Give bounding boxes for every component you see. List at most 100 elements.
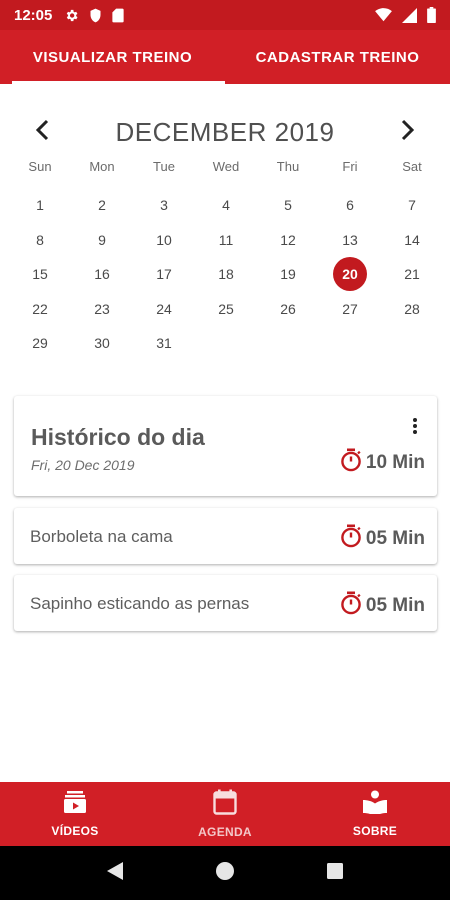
calendar-day[interactable]: 22 (9, 292, 71, 327)
exercise-item[interactable]: Borboleta na cama 05 Min (14, 508, 437, 564)
calendar-day[interactable]: 7 (381, 188, 443, 223)
weekday-label: Fri (342, 159, 358, 174)
calendar-day[interactable]: 5 (257, 188, 319, 223)
calendar-day[interactable]: 29 (9, 326, 71, 361)
sd-card-icon (112, 8, 124, 23)
calendar-day-number: 18 (218, 266, 234, 283)
calendar-day[interactable]: 25 (195, 292, 257, 327)
video-library-icon (63, 790, 87, 819)
calendar-day[interactable]: 27 (319, 292, 381, 327)
calendar-day[interactable]: 2 (71, 188, 133, 223)
gear-icon (64, 8, 79, 23)
prev-month-button[interactable] (24, 114, 60, 150)
status-bar: 12:05 (0, 0, 450, 30)
calendar-empty-cell (257, 326, 319, 361)
calendar-day[interactable]: 28 (381, 292, 443, 327)
calendar-day[interactable]: 17 (133, 257, 195, 292)
more-options-button[interactable] (407, 417, 423, 439)
calendar-empty-cell (319, 326, 381, 361)
exercise-duration: 05 Min (340, 524, 425, 554)
daily-history-card: Histórico do dia Fri, 20 Dec 2019 10 Min (14, 396, 437, 496)
nav-sobre[interactable]: SOBRE (300, 782, 450, 846)
calendar-days-grid: 1 2 3 4 5 6 7 8 9 10 11 12 13 14 15 16 17 18 19 20 21 22 23 24 2… (0, 188, 450, 361)
calendar-day[interactable]: 1 (9, 188, 71, 223)
calendar-day-number: 20 (333, 257, 367, 292)
bottom-navigation: VÍDEOS AGENDA SOBRE (0, 782, 450, 846)
calendar-day-number: 7 (408, 197, 416, 214)
calendar: DECEMBER 2019 Sun Mon Tue Wed Thu Fri Sa… (0, 110, 450, 361)
exercise-item[interactable]: Sapinho esticando as pernas 05 Min (14, 575, 437, 631)
calendar-day[interactable]: 21 (381, 257, 443, 292)
total-duration: 10 Min (340, 448, 425, 478)
weekday-label: Sat (402, 159, 422, 174)
tab-visualizar-treino[interactable]: VISUALIZAR TREINO (0, 30, 225, 84)
calendar-day-number: 19 (280, 266, 296, 283)
calendar-day-number: 4 (222, 197, 230, 214)
tab-label: CADASTRAR TREINO (255, 48, 420, 66)
next-month-button[interactable] (390, 114, 426, 150)
nav-agenda[interactable]: AGENDA (150, 782, 300, 846)
calendar-day[interactable]: 11 (195, 223, 257, 258)
calendar-header: DECEMBER 2019 (0, 110, 450, 154)
calendar-day-number (209, 326, 243, 360)
calendar-day-number: 22 (32, 300, 48, 317)
status-time: 12:05 (14, 6, 53, 24)
calendar-day-number: 10 (156, 231, 172, 248)
book-reader-icon (362, 790, 388, 819)
calendar-day-number: 1 (36, 197, 44, 214)
calendar-day-number: 11 (218, 231, 234, 248)
calendar-day[interactable]: 30 (71, 326, 133, 361)
tab-cadastrar-treino[interactable]: CADASTRAR TREINO (225, 30, 450, 84)
calendar-day-number: 26 (280, 300, 296, 317)
tab-bar: VISUALIZAR TREINO CADASTRAR TREINO (0, 30, 450, 84)
system-navigation-bar (0, 846, 450, 900)
calendar-day-number: 23 (94, 300, 110, 317)
calendar-day[interactable]: 23 (71, 292, 133, 327)
weekday-label: Thu (276, 159, 300, 174)
calendar-day[interactable]: 16 (71, 257, 133, 292)
calendar-day[interactable]: 18 (195, 257, 257, 292)
calendar-day-number: 12 (280, 231, 296, 248)
calendar-day[interactable]: 15 (9, 257, 71, 292)
more-vertical-icon (413, 417, 417, 439)
wifi-icon (375, 8, 392, 22)
exercise-name: Sapinho esticando as pernas (30, 594, 250, 613)
calendar-day-number (271, 326, 305, 360)
total-duration-value: 10 Min (365, 452, 425, 473)
calendar-day[interactable]: 6 (319, 188, 381, 223)
calendar-day[interactable]: 31 (133, 326, 195, 361)
calendar-day[interactable]: 3 (133, 188, 195, 223)
calendar-day[interactable]: 20 (319, 257, 381, 292)
home-icon[interactable] (215, 861, 235, 886)
calendar-day-number: 31 (156, 335, 172, 352)
signal-icon (402, 7, 417, 23)
calendar-day[interactable]: 4 (195, 188, 257, 223)
calendar-month-title: DECEMBER 2019 (115, 116, 335, 147)
back-icon[interactable] (106, 861, 124, 886)
calendar-day-number: 14 (404, 231, 420, 248)
calendar-day[interactable]: 26 (257, 292, 319, 327)
calendar-day-number (395, 326, 429, 360)
calendar-day[interactable]: 24 (133, 292, 195, 327)
calendar-day[interactable]: 8 (9, 223, 71, 258)
calendar-icon (213, 789, 237, 820)
battery-icon (427, 7, 436, 23)
calendar-day[interactable]: 10 (133, 223, 195, 258)
calendar-day-number: 5 (284, 197, 292, 214)
calendar-day-number: 16 (94, 266, 110, 283)
calendar-day-number: 17 (156, 266, 172, 283)
calendar-day[interactable]: 12 (257, 223, 319, 258)
calendar-weekdays: Sun Mon Tue Wed Thu Fri Sat (0, 155, 450, 179)
exercise-duration: 05 Min (340, 591, 425, 621)
calendar-day[interactable]: 9 (71, 223, 133, 258)
calendar-day-number (333, 326, 367, 360)
nav-videos[interactable]: VÍDEOS (0, 782, 150, 846)
calendar-day[interactable]: 14 (381, 223, 443, 258)
calendar-day[interactable]: 19 (257, 257, 319, 292)
chevron-right-icon (401, 119, 415, 146)
recents-icon[interactable] (326, 862, 344, 885)
calendar-day[interactable]: 13 (319, 223, 381, 258)
exercise-duration-value: 05 Min (365, 528, 425, 549)
exercise-name: Borboleta na cama (30, 527, 173, 546)
calendar-day-number: 8 (36, 231, 44, 248)
